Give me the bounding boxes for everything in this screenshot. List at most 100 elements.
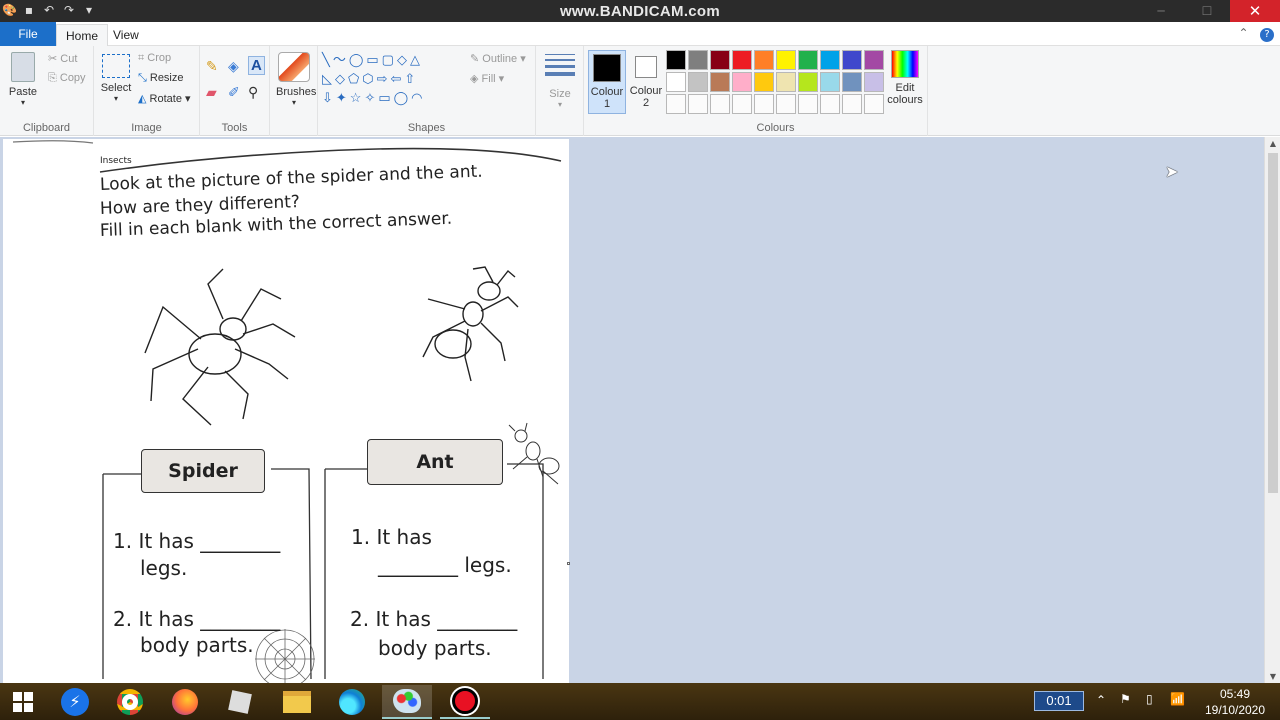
colour-swatch[interactable] xyxy=(754,50,774,70)
shapes-group-label: Shapes xyxy=(407,122,446,134)
colour2-swatch xyxy=(635,56,657,78)
image-group-label: Image xyxy=(131,122,162,134)
cut-label: Cut xyxy=(60,53,78,65)
brushes-label: Brushes xyxy=(276,86,317,98)
crop-icon: ⌗ xyxy=(138,52,145,64)
brushes-button[interactable]: Brushes ▾ xyxy=(276,52,317,107)
start-button[interactable] xyxy=(0,685,46,719)
rotate-button[interactable]: ◭ Rotate ▾ xyxy=(138,92,191,105)
text-tool-icon[interactable]: A xyxy=(248,56,265,75)
worksheet-image: Insects Look at the picture of the spide… xyxy=(3,139,569,683)
magnifier-icon[interactable]: ⚲ xyxy=(248,84,258,101)
tab-file[interactable]: File xyxy=(0,22,56,46)
taskbar-firefox[interactable] xyxy=(160,685,210,719)
tab-home[interactable]: Home xyxy=(56,24,109,46)
colours-group-label: Colours xyxy=(756,122,795,134)
brushes-group: Brushes ▾ xyxy=(270,46,318,136)
colour-swatch[interactable] xyxy=(732,50,752,70)
eraser-icon[interactable]: ▰ xyxy=(206,84,217,101)
colour-swatch[interactable] xyxy=(820,94,840,114)
ribbon: Paste ▾ ✂ Cut ⎘ Copy Clipboard Select ▾ … xyxy=(0,46,1280,136)
colour-swatch[interactable] xyxy=(864,50,884,70)
colour-swatch[interactable] xyxy=(710,94,730,114)
crop-button[interactable]: ⌗ Crop xyxy=(138,52,171,65)
taskbar-lightning-app[interactable]: ⚡ xyxy=(50,685,100,719)
colour-swatch[interactable] xyxy=(688,50,708,70)
show-hidden-icons[interactable]: ⌃ xyxy=(1096,693,1106,707)
taskbar-paint[interactable] xyxy=(382,685,432,719)
clipboard-group-label: Clipboard xyxy=(22,122,71,134)
flag-icon[interactable]: ⚑ xyxy=(1120,692,1131,706)
network-icon[interactable]: 📶 xyxy=(1170,692,1185,706)
tab-view[interactable]: View xyxy=(104,24,148,46)
clock-time: 05:49 xyxy=(1219,687,1251,701)
taskbar-bandicam[interactable] xyxy=(440,685,490,719)
scroll-up-icon[interactable]: ▲ xyxy=(1265,139,1280,148)
maximize-button[interactable]: ☐ xyxy=(1184,0,1230,22)
colour1-button[interactable]: Colour 1 xyxy=(588,50,626,114)
spider-title: Spider xyxy=(141,449,265,493)
colour-swatch[interactable] xyxy=(798,94,818,114)
fill-button[interactable]: ◈ Fill ▾ xyxy=(470,72,504,85)
outline-button[interactable]: ✎ Outline ▾ xyxy=(470,52,526,65)
shapes-gallery[interactable]: ╲〜◯▭▢◇△ ◺◇⬠⬡⇨⇦⇧ ⇩✦☆✧▭◯◠ xyxy=(322,50,464,110)
colour-swatch[interactable] xyxy=(754,94,774,114)
canvas-area[interactable]: Insects Look at the picture of the spide… xyxy=(0,137,1264,683)
outline-icon: ✎ xyxy=(470,53,480,65)
bandicam-watermark: www.BANDICAM.com xyxy=(559,3,721,20)
colour-swatch[interactable] xyxy=(842,94,862,114)
colour-swatch[interactable] xyxy=(732,94,752,114)
taskbar-chrome[interactable] xyxy=(105,685,155,719)
color-picker-icon[interactable]: ✐ xyxy=(228,84,240,101)
recording-timer[interactable]: 0:01 xyxy=(1034,691,1084,711)
minimize-button[interactable]: ─ xyxy=(1138,0,1184,22)
size-label: Size xyxy=(549,88,571,100)
battery-icon[interactable]: ▯ xyxy=(1146,692,1153,706)
colour-swatch[interactable] xyxy=(666,94,686,114)
colour-swatch[interactable] xyxy=(776,50,796,70)
select-rect-icon xyxy=(102,54,130,78)
colour-swatch[interactable] xyxy=(798,50,818,70)
colour-swatch[interactable] xyxy=(864,72,884,92)
resize-button[interactable]: ⤡ Resize xyxy=(138,72,184,85)
colour-swatch[interactable] xyxy=(820,72,840,92)
colour2-button[interactable]: Colour 2 xyxy=(627,50,665,114)
colour-swatch[interactable] xyxy=(820,50,840,70)
colour-swatch[interactable] xyxy=(666,72,686,92)
paste-button[interactable]: Paste ▾ xyxy=(8,52,38,107)
edit-colours-button[interactable]: Edit colours xyxy=(886,50,924,106)
colour-swatch[interactable] xyxy=(710,72,730,92)
vertical-scrollbar[interactable]: ▲ ▼ xyxy=(1264,137,1280,683)
clock[interactable]: 05:49 19/10/2020 xyxy=(1200,687,1270,717)
mouse-cursor-icon: ➤ xyxy=(1165,162,1179,181)
colour-swatch[interactable] xyxy=(666,50,686,70)
taskbar-file-explorer[interactable] xyxy=(272,685,322,719)
canvas-resize-handle[interactable] xyxy=(567,562,570,565)
fill-bucket-icon[interactable]: ◈ xyxy=(228,58,239,75)
paint-canvas[interactable]: Insects Look at the picture of the spide… xyxy=(3,139,569,683)
cut-button[interactable]: ✂ Cut xyxy=(48,52,77,65)
colour-swatch[interactable] xyxy=(798,72,818,92)
colour-swatch[interactable] xyxy=(688,72,708,92)
folder-icon xyxy=(283,691,311,713)
colour-swatch[interactable] xyxy=(776,94,796,114)
copy-button[interactable]: ⎘ Copy xyxy=(48,72,86,85)
scrollbar-thumb[interactable] xyxy=(1268,153,1278,493)
colour-swatch[interactable] xyxy=(864,94,884,114)
colour-swatch[interactable] xyxy=(688,94,708,114)
collapse-ribbon-icon[interactable]: ⌃ xyxy=(1238,26,1248,40)
colour-swatch[interactable] xyxy=(776,72,796,92)
colour-swatch[interactable] xyxy=(754,72,774,92)
colour-swatch[interactable] xyxy=(732,72,752,92)
colour-swatch[interactable] xyxy=(842,72,862,92)
close-button[interactable]: ✕ xyxy=(1230,0,1280,22)
pencil-icon[interactable]: ✎ xyxy=(206,58,218,75)
colour-swatch[interactable] xyxy=(842,50,862,70)
taskbar-roblox[interactable] xyxy=(215,685,265,719)
select-button[interactable]: Select ▾ xyxy=(100,54,132,103)
help-icon[interactable]: ? xyxy=(1260,28,1274,42)
colour-swatch[interactable] xyxy=(710,50,730,70)
taskbar-edge[interactable] xyxy=(327,685,377,719)
size-button[interactable]: Size ▾ xyxy=(544,52,576,109)
scroll-down-icon[interactable]: ▼ xyxy=(1265,672,1280,681)
